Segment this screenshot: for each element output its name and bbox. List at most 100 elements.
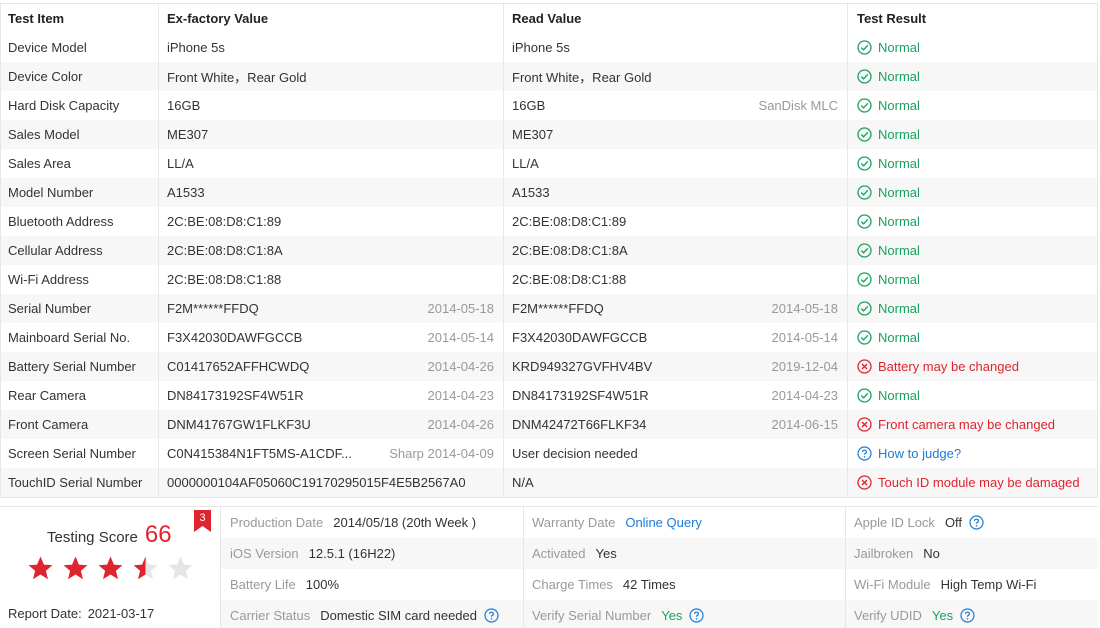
test-result-text: Normal	[878, 272, 920, 287]
warranty-date: Warranty Date Online Query	[532, 507, 702, 538]
ex-factory-text: ME307	[167, 127, 209, 142]
ex-factory-text: DN84173192SF4W51R	[167, 388, 304, 403]
test-item-label: Rear Camera	[8, 388, 87, 403]
read-value: A1533	[504, 178, 848, 207]
ex-factory-date: 2014-05-14	[427, 330, 495, 345]
test-result: Normal	[848, 33, 1097, 62]
ex-factory-value: LL/A	[159, 149, 504, 178]
test-item-label: Front Camera	[8, 417, 89, 432]
ex-factory-value: 0000000104AF05060C19170295015F4E5B2567A0	[159, 468, 504, 497]
star-icon	[166, 555, 195, 584]
carrier-status-value: Domestic SIM card needed	[320, 608, 477, 623]
ios-version-label: iOS Version	[230, 546, 299, 561]
test-result-text: Normal	[878, 214, 920, 229]
test-item-label: Serial Number	[8, 301, 92, 316]
read-value-text: 2C:BE:08:D8:C1:8A	[512, 243, 628, 258]
ex-factory-date: 2014-04-23	[427, 388, 495, 403]
help-question-icon[interactable]	[960, 608, 975, 623]
test-item-label: TouchID Serial Number	[8, 475, 143, 490]
read-value-date: 2019-12-04	[771, 359, 839, 374]
table-row: Serial Number F2M******FFDQ 2014-05-18 F2M*…	[1, 294, 1097, 323]
test-result: Normal	[848, 323, 1097, 352]
star-icon	[61, 555, 90, 584]
how-to-judge-link[interactable]: How to judge?	[878, 446, 961, 461]
ex-factory-value: F3X42030DAWFGCCB 2014-05-14	[159, 323, 504, 352]
online-query-link[interactable]: Online Query	[625, 515, 702, 530]
test-result-text: Normal	[878, 69, 920, 84]
read-value-date: 2014-04-23	[771, 388, 839, 403]
warranty-date-label: Warranty Date	[532, 515, 616, 530]
read-value-text: 2C:BE:08:D8:C1:89	[512, 214, 627, 229]
wifi-module-value: High Temp Wi-Fi	[940, 577, 1037, 592]
read-value-text: iPhone 5s	[512, 40, 570, 55]
battery-life: Battery Life 100%	[230, 569, 339, 600]
test-item-label: Screen Serial Number	[8, 446, 136, 461]
test-item: Cellular Address	[1, 236, 159, 265]
charge-times: Charge Times 42 Times	[532, 569, 676, 600]
test-result: Normal	[848, 236, 1097, 265]
table-row: Wi-Fi Address 2C:BE:08:D8:C1:88 2C:BE:08:D…	[1, 265, 1097, 294]
test-result[interactable]: How to judge?	[848, 439, 1097, 468]
test-item: TouchID Serial Number	[1, 468, 159, 497]
star-icon	[96, 555, 125, 584]
x-circle-icon	[857, 417, 872, 432]
help-question-icon[interactable]	[484, 608, 499, 623]
test-item-label: Device Model	[8, 40, 87, 55]
ex-factory-value: ME307	[159, 120, 504, 149]
ex-factory-value: C0N415384N1FT5MS-A1CDF... Sharp 2014-04-0…	[159, 439, 504, 468]
test-item: Sales Model	[1, 120, 159, 149]
star-icon	[131, 555, 160, 584]
check-circle-icon	[857, 127, 872, 142]
check-circle-icon	[857, 301, 872, 316]
test-result-text: Normal	[878, 388, 920, 403]
test-item-label: Wi-Fi Address	[8, 272, 89, 287]
test-item: Wi-Fi Address	[1, 265, 159, 294]
read-value-date: SanDisk MLC	[758, 98, 838, 113]
read-value: LL/A	[504, 149, 848, 178]
test-item-label: Bluetooth Address	[8, 214, 114, 229]
ex-factory-text: iPhone 5s	[167, 40, 225, 55]
ex-factory-text: C0N415384N1FT5MS-A1CDF...	[167, 446, 352, 461]
report-date: Report Date: 2021-03-17	[8, 606, 154, 621]
test-result-text: Normal	[878, 127, 920, 142]
ex-factory-date: 2014-05-18	[427, 301, 495, 316]
read-value: 2C:BE:08:D8:C1:88	[504, 265, 848, 294]
read-value-text: DN84173192SF4W51R	[512, 388, 649, 403]
verify-udid-value: Yes	[931, 608, 954, 623]
verify-udid-label: Verify UDID	[854, 608, 922, 623]
read-value-date: 2014-06-15	[771, 417, 839, 432]
test-result: Touch ID module may be damaged	[848, 468, 1097, 497]
help-question-icon[interactable]	[969, 515, 984, 530]
read-value-text: KRD949327GVFHV4BV	[512, 359, 653, 374]
test-item: Rear Camera	[1, 381, 159, 410]
ex-factory-value: Front White，Rear Gold	[159, 62, 504, 91]
read-value-date: 2014-05-14	[771, 330, 839, 345]
grid-divider	[523, 507, 524, 628]
test-result: Normal	[848, 265, 1097, 294]
wifi-module: Wi-Fi Module High Temp Wi-Fi	[854, 569, 1036, 600]
jailbroken-label: Jailbroken	[854, 546, 914, 561]
score-label: Testing Score	[47, 529, 138, 546]
read-value: 2C:BE:08:D8:C1:8A	[504, 236, 848, 265]
jailbroken-value: No	[923, 546, 940, 561]
test-item-label: Hard Disk Capacity	[8, 98, 120, 113]
ex-factory-date: 2014-04-26	[427, 417, 495, 432]
header-test-item: Test Item	[1, 4, 159, 33]
ex-factory-text: 2C:BE:08:D8:C1:88	[167, 272, 282, 287]
test-item: Sales Area	[1, 149, 159, 178]
report-date-label: Report Date:	[8, 606, 82, 621]
ex-factory-text: F3X42030DAWFGCCB	[167, 330, 303, 345]
check-circle-icon	[857, 330, 872, 345]
verify-serial-number-label: Verify Serial Number	[532, 608, 652, 623]
ex-factory-value: A1533	[159, 178, 504, 207]
read-value-text: User decision needed	[512, 446, 638, 461]
ex-factory-text: A1533	[167, 185, 205, 200]
test-item: Battery Serial Number	[1, 352, 159, 381]
test-result: Normal	[848, 91, 1097, 120]
table-row: Model Number A1533 A1533 Normal	[1, 178, 1097, 207]
star-rating	[26, 555, 195, 584]
wifi-module-label: Wi-Fi Module	[854, 577, 931, 592]
test-item-label: Cellular Address	[8, 243, 103, 258]
help-question-icon[interactable]	[689, 608, 705, 623]
table-row: Device Color Front White，Rear Gold Front W…	[1, 62, 1097, 91]
